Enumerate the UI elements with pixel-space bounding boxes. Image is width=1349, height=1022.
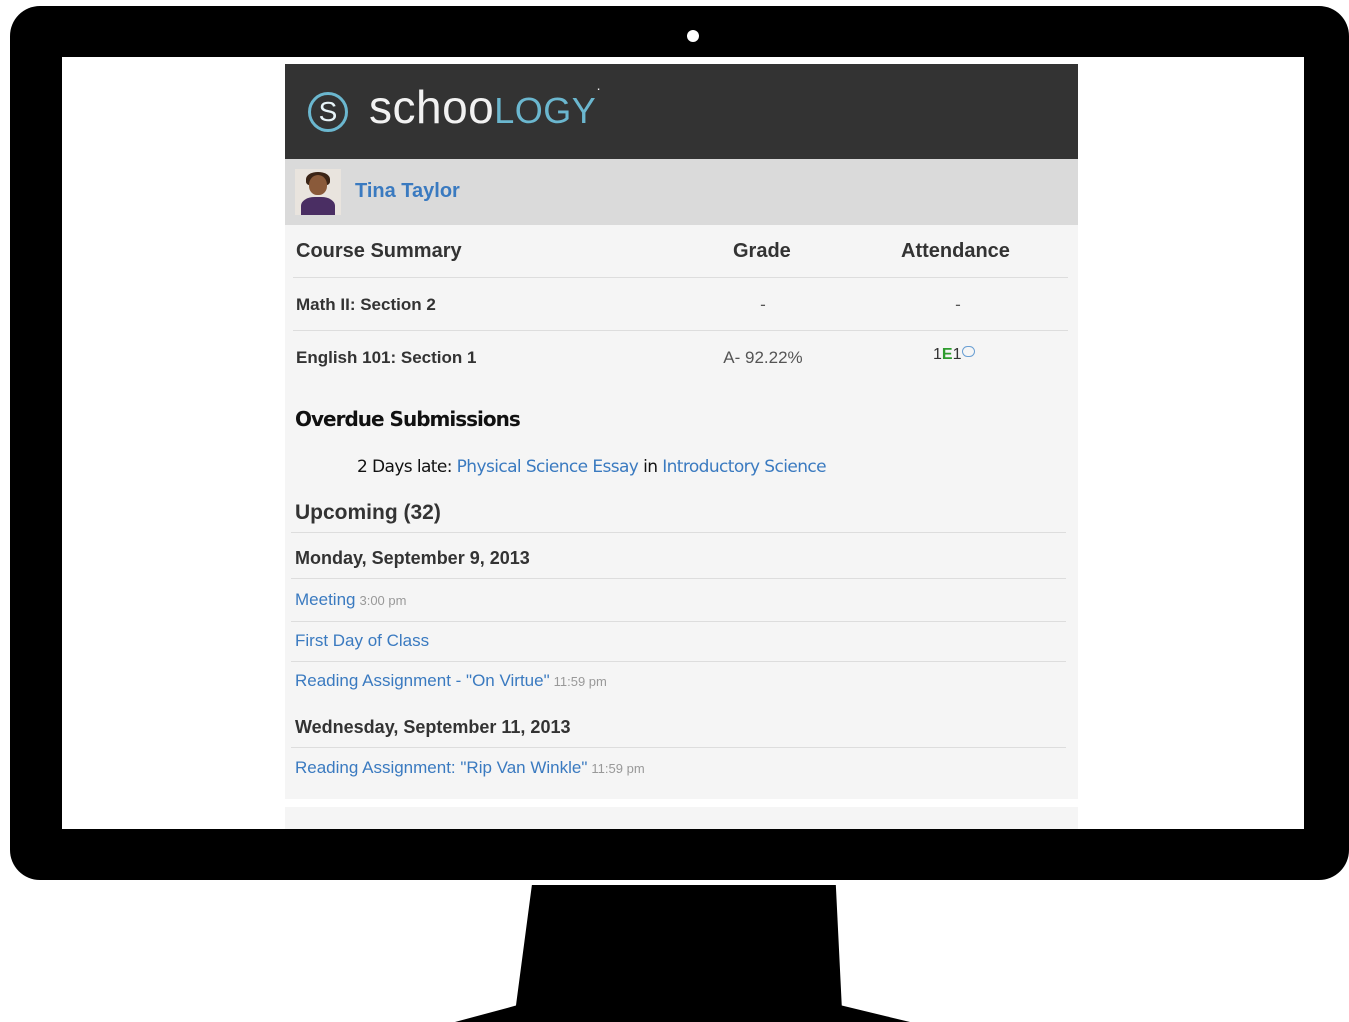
divider	[291, 621, 1066, 622]
day-heading: Wednesday, September 11, 2013	[295, 717, 571, 737]
event-item[interactable]: First Day of Class	[295, 631, 433, 651]
event-item[interactable]: Reading Assignment: "Rip Van Winkle" 11:5…	[295, 758, 645, 778]
event-title[interactable]: First Day of Class	[295, 631, 429, 650]
overdue-assignment-link[interactable]: Physical Science Essay	[457, 457, 639, 477]
overdue-prefix: 2 Days late:	[357, 457, 452, 477]
avatar[interactable]	[295, 169, 341, 215]
webcam-dot	[687, 30, 699, 42]
attendance-math: -	[955, 295, 961, 314]
schoology-logo-icon[interactable]: S	[308, 92, 348, 132]
attendance-english[interactable]: 1E1	[933, 346, 976, 364]
user-bar: Tina Taylor	[285, 159, 1078, 225]
course-summary-header: Course Summary	[296, 240, 462, 262]
event-item[interactable]: Reading Assignment - "On Virtue" 11:59 pm	[295, 671, 607, 691]
divider	[293, 330, 1068, 331]
divider	[291, 661, 1066, 662]
event-item[interactable]: Meeting 3:00 pm	[295, 590, 406, 610]
event-time: 3:00 pm	[359, 593, 407, 608]
excused-label: E	[941, 346, 953, 363]
overdue-course-link[interactable]: Introductory Science	[662, 457, 826, 477]
divider	[291, 747, 1066, 748]
attendance-header: Attendance	[901, 240, 1010, 262]
monitor-screen: S schooLOGY· Tina Taylor Course Summary …	[62, 57, 1304, 829]
grade-math: -	[760, 295, 766, 314]
monitor-stand	[455, 885, 910, 1022]
grade-header: Grade	[733, 240, 791, 262]
comment-count: 1	[952, 346, 962, 363]
event-title[interactable]: Reading Assignment: "Rip Van Winkle"	[295, 758, 587, 777]
course-name-english[interactable]: English 101: Section 1	[296, 348, 476, 368]
day-heading: Monday, September 9, 2013	[295, 548, 530, 568]
overdue-item: 2 Days late: Physical Science Essay in I…	[357, 457, 827, 477]
brand-header: S schooLOGY·	[285, 64, 1078, 159]
divider	[291, 578, 1066, 579]
grade-english[interactable]: A- 92.22%	[693, 348, 833, 368]
overdue-in-word: in	[643, 457, 658, 477]
event-title[interactable]: Reading Assignment - "On Virtue"	[295, 671, 550, 690]
schoology-page: S schooLOGY· Tina Taylor Course Summary …	[285, 57, 1078, 829]
overdue-title: Overdue Submissions	[295, 407, 521, 431]
logo-text-accent: LOGY	[494, 90, 597, 131]
upcoming-title: Upcoming (32)	[295, 501, 441, 524]
event-time: 11:59 pm	[553, 674, 607, 689]
event-title[interactable]: Meeting	[295, 590, 355, 609]
schoology-logo-text[interactable]: schooLOGY·	[369, 80, 601, 134]
divider	[291, 532, 1066, 533]
divider	[293, 277, 1068, 278]
logo-text-main: schoo	[369, 81, 495, 133]
attendance-count: 1	[933, 346, 942, 363]
event-time: 11:59 pm	[591, 761, 645, 776]
user-name-link[interactable]: Tina Taylor	[355, 180, 460, 203]
comment-bubble-icon[interactable]	[962, 346, 976, 357]
logo-trademark: ·	[596, 80, 602, 96]
course-name-math[interactable]: Math II: Section 2	[296, 295, 436, 315]
